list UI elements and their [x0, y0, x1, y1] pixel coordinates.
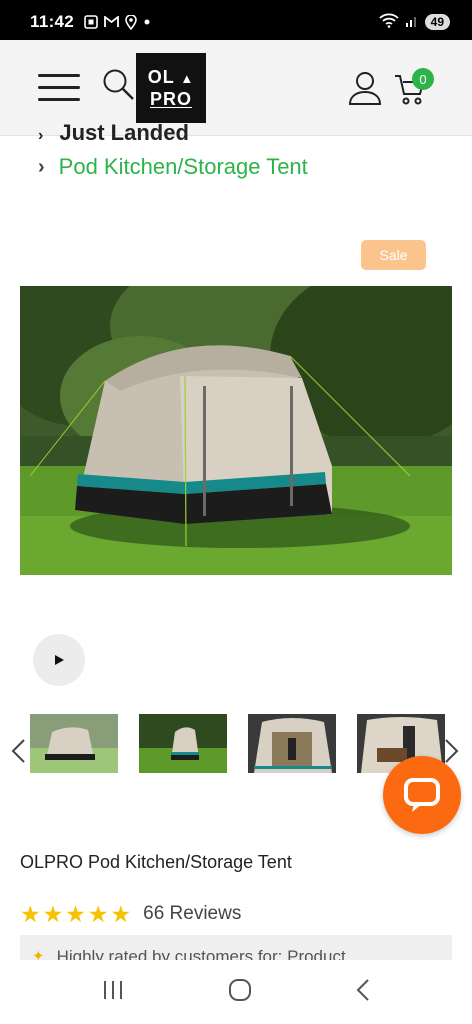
- hamburger-icon[interactable]: [38, 74, 80, 102]
- notification-icons: [84, 14, 151, 30]
- thumbnails-prev-button[interactable]: [10, 738, 26, 771]
- chat-icon: [404, 778, 440, 812]
- tree-icon: ▲: [180, 71, 195, 86]
- star-icon: ★: [20, 901, 41, 927]
- dot-icon: [143, 18, 151, 26]
- rating-summary[interactable]: ★ ★ ★ ★ ★ 66 Reviews: [20, 902, 241, 926]
- wifi-icon: [379, 13, 399, 31]
- star-icon: ★: [87, 901, 109, 927]
- play-button[interactable]: [33, 634, 85, 686]
- battery-indicator: 49: [424, 14, 450, 30]
- breadcrumb: › Pod Kitchen/Storage Tent: [38, 154, 308, 180]
- breadcrumb-current[interactable]: Pod Kitchen/Storage Tent: [59, 154, 308, 180]
- thumbnail-3[interactable]: [248, 714, 336, 773]
- chevron-right-icon: [445, 739, 459, 763]
- user-icon[interactable]: [348, 70, 382, 111]
- search-icon[interactable]: [102, 68, 136, 107]
- recent-apps-icon: [104, 980, 123, 999]
- system-nav-bar: [0, 960, 472, 1024]
- chevron-left-icon: [11, 739, 25, 763]
- product-title: OLPRO Pod Kitchen/Storage Tent: [20, 852, 292, 872]
- olpro-logo[interactable]: OL ▲ PRO: [136, 53, 206, 123]
- reviews-link[interactable]: 66 Reviews: [143, 903, 241, 925]
- status-bar: 11:42 49: [0, 0, 472, 44]
- thumbnail-1[interactable]: [30, 714, 118, 773]
- play-icon: [55, 655, 64, 665]
- back-icon: [356, 978, 369, 1001]
- chevron-right-icon: ›: [38, 155, 45, 178]
- recent-apps-button[interactable]: [101, 979, 125, 1006]
- signal-icon: [405, 14, 419, 31]
- breadcrumb-previous[interactable]: › Just Landed: [38, 120, 189, 144]
- status-time: 11:42: [30, 12, 75, 31]
- product-page: 11:42 49 OL ▲ PRO 0 › Just Landed › Pod …: [0, 0, 472, 1024]
- back-button[interactable]: [355, 978, 371, 1007]
- home-button[interactable]: [228, 978, 252, 1007]
- cart-count-badge: 0: [412, 68, 434, 90]
- star-icon: ★: [110, 901, 132, 927]
- logo-line2: PRO: [149, 89, 192, 109]
- screenshot-icon: [84, 15, 98, 29]
- star-icon: ★: [42, 901, 64, 927]
- sale-badge: Sale: [361, 240, 426, 270]
- gmail-icon: [104, 16, 119, 28]
- location-icon: [125, 14, 137, 30]
- thumbnail-2[interactable]: [139, 714, 227, 773]
- home-icon: [228, 978, 251, 1001]
- chat-button[interactable]: [383, 756, 461, 834]
- product-main-image[interactable]: [20, 286, 452, 575]
- logo-line1: OL ▲: [147, 67, 195, 87]
- star-icon: ★: [65, 901, 86, 927]
- status-right: 49: [379, 13, 450, 31]
- breadcrumb-chevron-icon: ›: [38, 127, 44, 144]
